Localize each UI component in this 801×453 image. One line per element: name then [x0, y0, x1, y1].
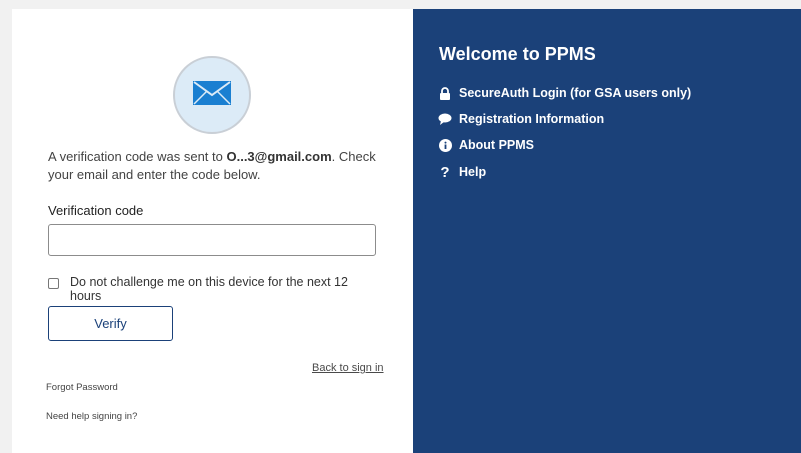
verification-message: A verification code was sent to O...3@gm…	[48, 148, 378, 184]
masked-email: O...3@gmail.com	[226, 149, 332, 164]
back-to-sign-in-link[interactable]: Back to sign in	[312, 362, 384, 374]
welcome-sidebar: Welcome to PPMS SecureAuth Login (for GS…	[413, 9, 801, 453]
verification-code-label: Verification code	[48, 203, 144, 218]
sidebar-item-label[interactable]: SecureAuth Login (for GSA users only)	[459, 86, 691, 100]
forgot-password-link[interactable]: Forgot Password	[46, 382, 118, 393]
intro-prefix: A verification code was sent to	[48, 149, 227, 164]
welcome-title: Welcome to PPMS	[439, 44, 596, 64]
lock-icon	[438, 86, 452, 100]
remember-device-row[interactable]: Do not challenge me on this device for t…	[48, 275, 358, 303]
envelope-icon	[193, 80, 231, 110]
sidebar-item-label[interactable]: About PPMS	[459, 138, 534, 152]
sidebar-item-registration[interactable]: Registration Information	[438, 112, 604, 126]
remember-device-checkbox[interactable]	[48, 278, 59, 289]
remember-device-label[interactable]: Do not challenge me on this device for t…	[70, 275, 355, 303]
need-help-link[interactable]: Need help signing in?	[46, 411, 137, 422]
info-icon	[438, 138, 452, 152]
email-badge	[173, 56, 251, 134]
sidebar-item-label[interactable]: Help	[459, 165, 486, 179]
sidebar-item-secureauth[interactable]: SecureAuth Login (for GSA users only)	[438, 86, 691, 100]
verification-code-input[interactable]	[48, 224, 376, 256]
verification-panel: A verification code was sent to O...3@gm…	[12, 9, 413, 453]
sidebar-item-label[interactable]: Registration Information	[459, 112, 604, 126]
sidebar-item-help[interactable]: ? Help	[438, 163, 486, 181]
speech-bubble-icon	[438, 112, 452, 126]
verify-button[interactable]: Verify	[48, 306, 173, 341]
question-icon: ?	[440, 163, 450, 181]
sidebar-item-about[interactable]: About PPMS	[438, 138, 534, 152]
